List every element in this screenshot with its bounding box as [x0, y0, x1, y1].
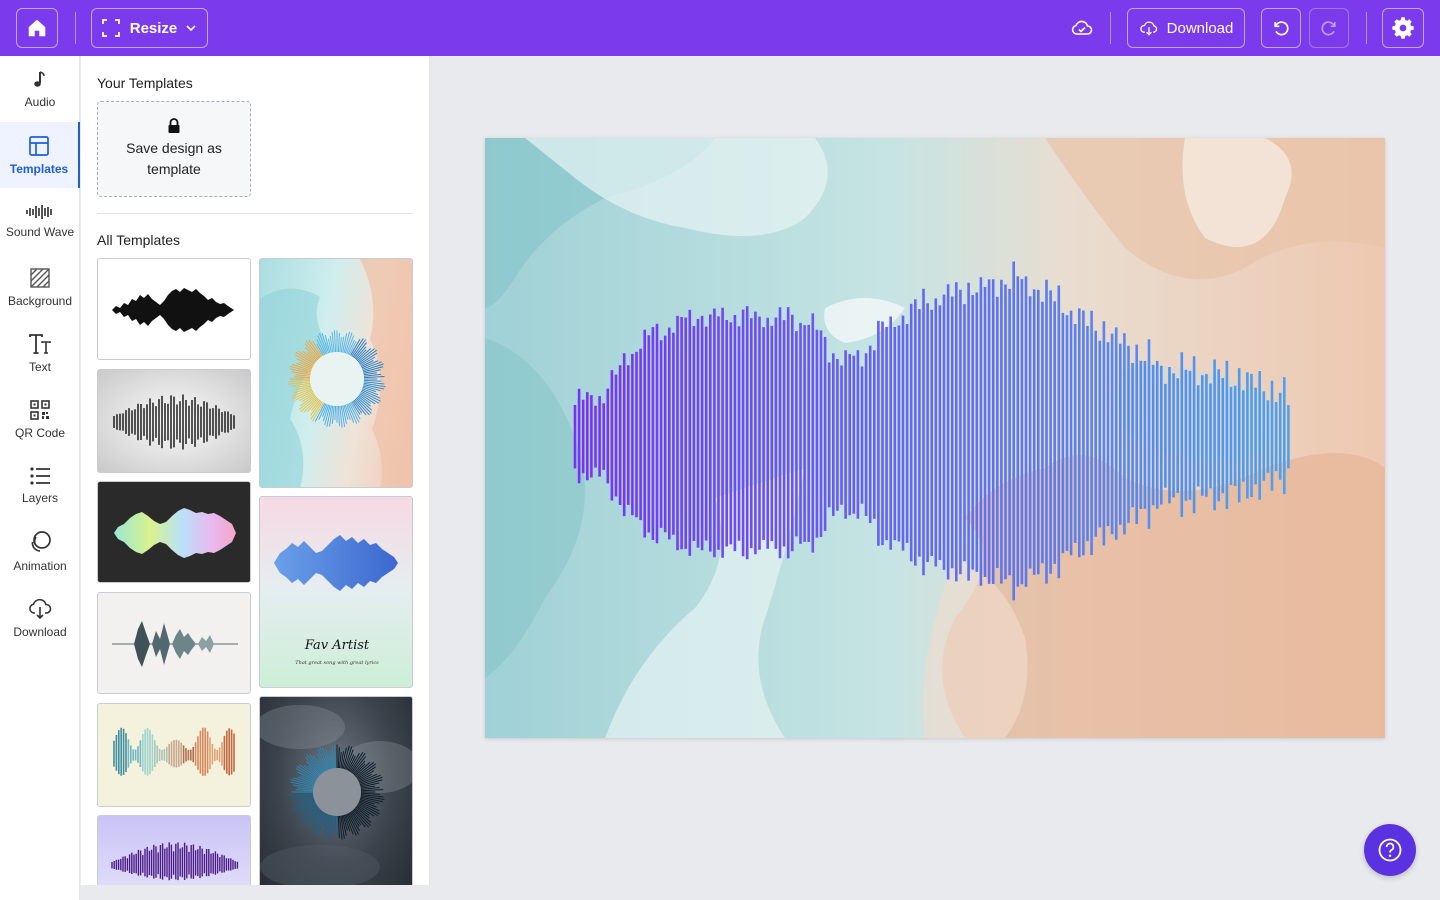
settings-button[interactable]: [1382, 8, 1424, 48]
resize-label: Resize: [129, 19, 178, 37]
wave-bar: [337, 815, 340, 839]
home-button[interactable]: [16, 8, 58, 48]
wave-bar: [334, 815, 337, 832]
nav-label: Text: [28, 359, 51, 374]
template-thumbnail[interactable]: [97, 369, 251, 473]
wave-bar: [337, 405, 340, 427]
nav-label: Sound Wave: [5, 224, 75, 239]
nav-item-text[interactable]: Text: [0, 320, 80, 386]
cloud-sync-icon[interactable]: [1070, 16, 1094, 40]
nav-item-sound-wave[interactable]: Sound Wave: [0, 188, 80, 254]
canvas-artwork: [485, 138, 1385, 738]
nav-item-layers[interactable]: Layers: [0, 452, 80, 518]
nav-item-animation[interactable]: Animation: [0, 518, 80, 584]
left-nav: Audio Templates Sound Wave Background Te…: [0, 56, 80, 900]
nav-label: Templates: [9, 161, 69, 176]
nav-item-background[interactable]: Background: [0, 254, 80, 320]
background-icon: [30, 267, 50, 288]
template-title-text: Fav Artist: [304, 638, 370, 653]
gear-icon: [1392, 17, 1414, 39]
templates-panel: Your Templates Save design as template A…: [81, 56, 430, 885]
template-thumbnail[interactable]: [259, 258, 413, 488]
sound-wave-icon: [26, 204, 52, 219]
nav-label: Audio: [24, 94, 56, 109]
template-thumbnail[interactable]: [97, 703, 251, 807]
top-toolbar: Resize Download: [0, 0, 1440, 56]
template-waveform-preview: [114, 508, 236, 558]
wave-bar: [337, 333, 340, 353]
redo-icon: [1321, 21, 1336, 36]
download-cloud-icon: [29, 598, 52, 619]
help-button[interactable]: [1364, 824, 1416, 876]
wave-bar: [333, 330, 337, 353]
wave-bar: [295, 789, 314, 792]
divider: [97, 213, 413, 214]
wave-bar: [334, 744, 337, 769]
wave-bar: [337, 747, 340, 769]
template-waveform-preview: [112, 621, 238, 667]
nav-label: Layers: [21, 490, 59, 505]
template-circular-wave-preview: [260, 259, 412, 487]
nav-label: Animation: [13, 558, 67, 573]
redo-button[interactable]: [1309, 8, 1349, 48]
animation-icon: [31, 530, 51, 552]
layers-icon: [30, 466, 50, 485]
template-thumbnail[interactable]: [97, 258, 251, 360]
nav-item-qr-code[interactable]: QR Code: [0, 386, 80, 452]
music-note-icon: [34, 70, 45, 87]
nav-label: Download: [13, 624, 67, 639]
download-label: Download: [1166, 19, 1234, 37]
template-waveform-preview: Fav Artist That great song with great ly…: [274, 535, 398, 666]
template-thumbnail[interactable]: [259, 696, 413, 885]
nav-item-templates[interactable]: Templates: [0, 122, 80, 188]
wave-bar: [363, 379, 382, 382]
nav-label: Background: [7, 293, 73, 308]
template-circular-wave-preview: [260, 705, 412, 885]
all-templates-title: All Templates: [97, 232, 181, 248]
download-button[interactable]: Download: [1127, 8, 1245, 48]
nav-item-audio[interactable]: Audio: [0, 56, 80, 122]
text-icon: [29, 333, 51, 354]
template-thumbnail[interactable]: [97, 815, 251, 885]
wave-bar: [360, 792, 381, 795]
template-subtitle-text: That great song with great lyrics: [295, 660, 379, 666]
undo-icon: [1274, 21, 1289, 36]
template-waveform-preview: [113, 394, 235, 450]
resize-button[interactable]: Resize: [91, 8, 208, 48]
nav-item-download[interactable]: Download: [0, 584, 80, 650]
lock-icon: [168, 118, 180, 133]
chevron-down-icon: [186, 25, 196, 32]
nav-label: QR Code: [14, 425, 66, 440]
resize-frame-icon: [101, 19, 120, 37]
template-waveform-preview: [112, 288, 234, 332]
save-as-template-button[interactable]: Save design as template: [97, 101, 251, 197]
help-circle-icon: [1378, 838, 1402, 862]
qr-code-icon: [30, 399, 50, 420]
home-icon: [28, 19, 46, 37]
toolbar-separator: [1110, 12, 1111, 44]
wave-bar: [334, 405, 337, 421]
download-cloud-icon: [1139, 21, 1157, 36]
your-templates-title: Your Templates: [97, 75, 193, 91]
wave-bar: [289, 792, 314, 795]
templates-icon: [29, 135, 49, 156]
template-waveform-preview: [113, 727, 235, 776]
toolbar-separator: [1366, 12, 1367, 44]
template-thumbnail[interactable]: [97, 481, 251, 583]
design-canvas[interactable]: [485, 138, 1385, 738]
template-waveform-preview: [111, 842, 239, 881]
template-thumbnail[interactable]: Fav Artist That great song with great ly…: [259, 496, 413, 688]
undo-button[interactable]: [1261, 8, 1301, 48]
save-template-label: Save design as template: [126, 140, 222, 177]
template-thumbnail[interactable]: [97, 592, 251, 694]
toolbar-separator: [75, 12, 76, 44]
